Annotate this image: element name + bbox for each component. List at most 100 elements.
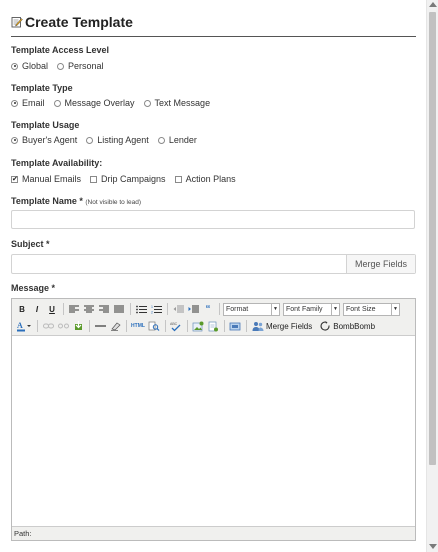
bombbomb-button[interactable]: BombBomb (320, 320, 376, 332)
align-right-icon[interactable] (97, 302, 111, 316)
insert-media-icon[interactable] (228, 319, 242, 333)
radio-button[interactable] (143, 99, 151, 107)
insert-file-icon[interactable] (206, 319, 220, 333)
toolbar-row-2: A HTML ABC Merge Fields BombBomb (15, 318, 381, 334)
toolbar-separator (219, 303, 220, 315)
chevron-down-icon: ▼ (391, 303, 399, 315)
template-name-input[interactable] (11, 210, 415, 229)
radio-label: Buyer's Agent (22, 135, 78, 145)
editor-merge-fields-label: Merge Fields (266, 321, 313, 331)
format-select-label: Format (226, 305, 249, 313)
font-family-select-label: Font Family (286, 305, 323, 313)
toolbar-separator (37, 320, 38, 332)
radio-button-selected[interactable] (11, 62, 18, 70)
scrollbar-thumb[interactable] (429, 12, 436, 465)
checkbox[interactable] (174, 175, 182, 183)
italic-button[interactable]: I (30, 302, 44, 316)
numbered-list-icon[interactable]: 12 (149, 302, 163, 316)
checkbox-label: Action Plans (185, 174, 236, 184)
checkbox-checked[interactable]: ✔ (11, 175, 18, 183)
title-divider (11, 36, 416, 37)
radio-label: Lender (168, 135, 197, 145)
toolbar-separator (130, 303, 131, 315)
radio-label: Global (22, 61, 49, 71)
outdent-icon[interactable] (171, 302, 185, 316)
radio-lender[interactable]: Lender (157, 135, 197, 145)
toolbar-separator (63, 303, 64, 315)
indent-icon[interactable] (186, 302, 200, 316)
template-type-options: Email Message Overlay Text Message (11, 98, 219, 108)
search-replace-icon[interactable] (147, 319, 161, 333)
checkbox[interactable] (90, 175, 98, 183)
radio-label: Personal (68, 61, 104, 71)
template-name-note: (Not visible to lead) (85, 199, 142, 206)
font-family-select[interactable]: Font Family ▼ (283, 302, 340, 316)
radio-text-message[interactable]: Text Message (143, 98, 210, 108)
checkbox-label: Manual Emails (22, 174, 82, 184)
spellcheck-icon[interactable]: ABC (169, 319, 183, 333)
radio-personal[interactable]: Personal (57, 61, 104, 71)
radio-button-selected[interactable] (11, 136, 18, 144)
chevron-down-icon: ▼ (331, 303, 339, 315)
scroll-down-arrow-icon[interactable] (429, 544, 437, 549)
radio-button-selected[interactable] (11, 99, 18, 107)
html-source-button[interactable]: HTML (130, 319, 146, 333)
bombbomb-icon (320, 320, 330, 331)
access-level-options: Global Personal (11, 61, 113, 71)
insert-image-icon[interactable] (191, 319, 205, 333)
radio-label: Listing Agent (97, 135, 149, 145)
editor-path-label: Path: (14, 529, 32, 538)
subject-input[interactable] (12, 255, 346, 273)
checkbox-label: Drip Campaigns (101, 174, 166, 184)
checkbox-drip-campaigns[interactable]: Drip Campaigns (90, 174, 166, 184)
underline-button[interactable]: U (45, 302, 59, 316)
checkbox-action-plans[interactable]: Action Plans (174, 174, 236, 184)
svg-text:1: 1 (151, 305, 153, 309)
toolbar-separator (89, 320, 90, 332)
create-template-panel: Create Template Template Access Level Gl… (0, 0, 426, 552)
users-icon (252, 321, 264, 331)
bold-button[interactable]: B (15, 302, 29, 316)
radio-message-overlay[interactable]: Message Overlay (53, 98, 135, 108)
subject-field: Merge Fields (11, 254, 416, 274)
radio-buyers-agent[interactable]: Buyer's Agent (11, 135, 77, 145)
radio-global[interactable]: Global (11, 61, 48, 71)
bombbomb-label: BombBomb (333, 321, 376, 331)
template-name-label-text: Template Name * (11, 196, 83, 206)
checkbox-manual-emails[interactable]: ✔ Manual Emails (11, 174, 81, 184)
align-left-icon[interactable] (67, 302, 81, 316)
message-editor-body[interactable] (12, 335, 415, 527)
align-center-icon[interactable] (82, 302, 96, 316)
editor-merge-fields-button[interactable]: Merge Fields (252, 321, 312, 332)
toolbar-row-1: B I U 12 “ Format ▼ Font Family ▼ Font Siz… (15, 301, 403, 317)
radio-button[interactable] (157, 136, 165, 144)
eraser-icon[interactable] (108, 319, 122, 333)
html-source-label: HTML (131, 323, 145, 329)
page-title: Create Template (25, 14, 133, 30)
template-availability-label: Template Availability: (11, 158, 103, 168)
toolbar-separator (165, 320, 166, 332)
toolbar-separator (126, 320, 127, 332)
radio-email[interactable]: Email (11, 98, 45, 108)
unlink-icon[interactable] (56, 319, 70, 333)
format-select[interactable]: Format ▼ (223, 302, 280, 316)
anchor-icon[interactable] (71, 319, 85, 333)
font-size-select[interactable]: Font Size ▼ (343, 302, 400, 316)
text-color-icon[interactable]: A (15, 319, 33, 333)
message-label: Message * (11, 283, 56, 293)
radio-listing-agent[interactable]: Listing Agent (86, 135, 149, 145)
message-editor: B I U 12 “ Format ▼ Font Family ▼ Font Siz… (11, 298, 416, 541)
radio-button[interactable] (53, 99, 61, 107)
radio-button[interactable] (57, 62, 65, 70)
bullet-list-icon[interactable] (134, 302, 148, 316)
link-icon[interactable] (41, 319, 55, 333)
horizontal-rule-icon[interactable] (93, 319, 107, 333)
radio-button[interactable] (86, 136, 94, 144)
scroll-up-arrow-icon[interactable] (429, 2, 437, 7)
vertical-scrollbar[interactable] (426, 0, 438, 552)
radio-label: Message Overlay (64, 98, 135, 108)
svg-text:A: A (17, 321, 23, 330)
blockquote-icon[interactable]: “ (201, 302, 215, 316)
subject-merge-fields-button[interactable]: Merge Fields (346, 255, 415, 273)
align-justify-icon[interactable] (112, 302, 126, 316)
